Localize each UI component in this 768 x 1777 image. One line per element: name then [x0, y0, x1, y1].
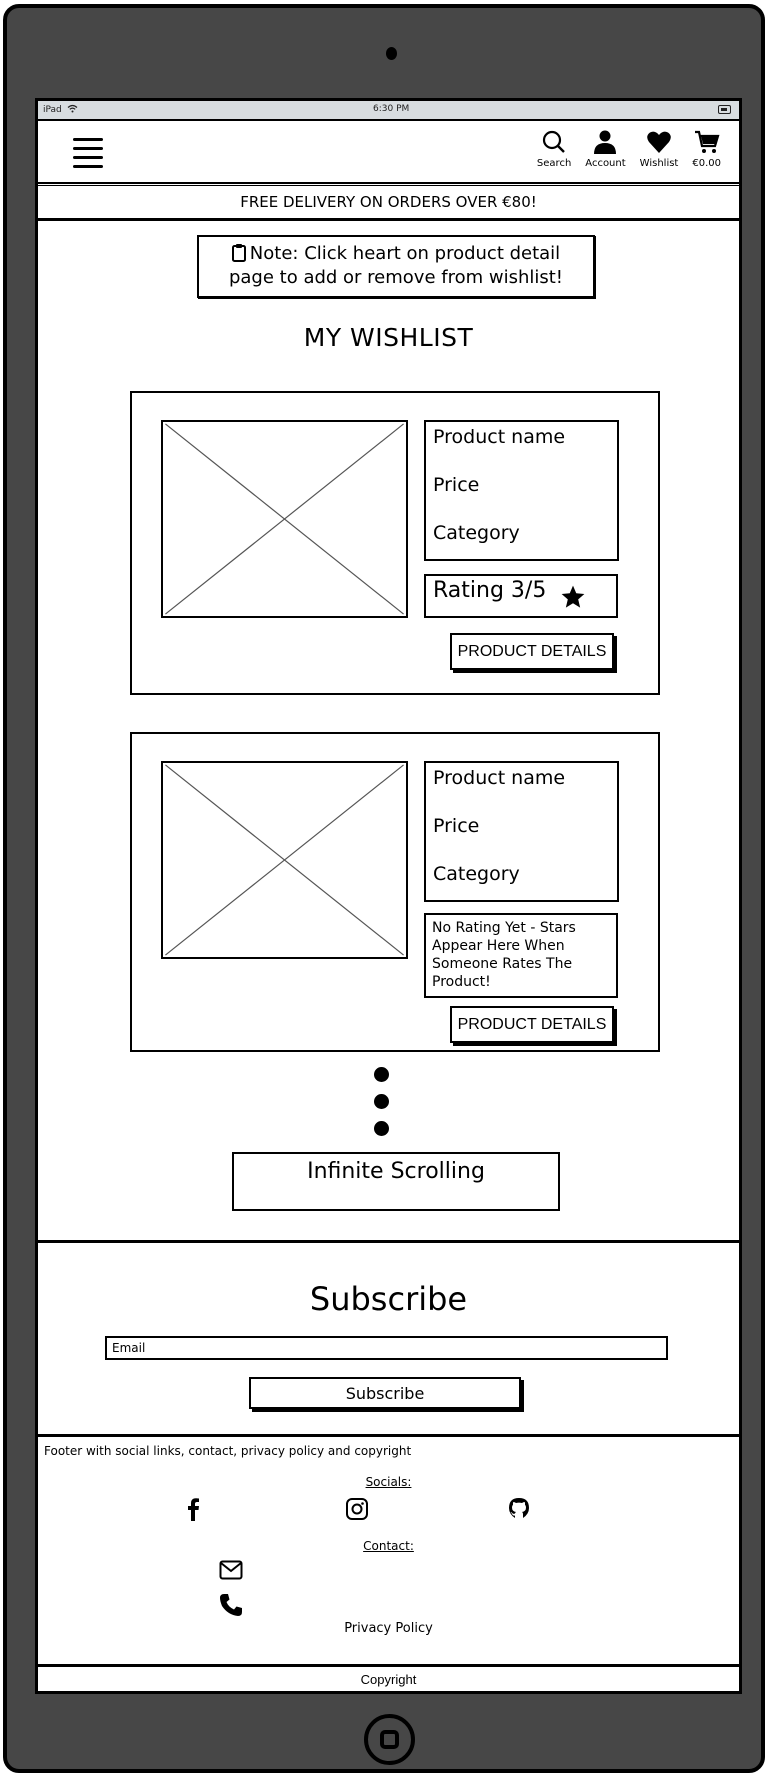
- hamburger-line: [73, 165, 103, 168]
- product-image-placeholder: [161, 420, 408, 618]
- image-placeholder-icon: [163, 763, 406, 957]
- wishlist-card: Product name Price Category Rating 3/5 P…: [130, 391, 660, 695]
- product-rating: Rating 3/5: [424, 574, 618, 618]
- privacy-policy-link[interactable]: Privacy Policy: [38, 1621, 739, 1636]
- status-time: 6:30 PM: [373, 104, 410, 114]
- note-line-1: Note: Click heart on product detail: [249, 243, 561, 264]
- ipad-frame: iPad 6:30 PM Search Account Wishlist €0.…: [3, 4, 765, 1773]
- product-price: Price: [433, 474, 480, 496]
- image-placeholder-icon: [163, 422, 406, 616]
- email-input[interactable]: [105, 1336, 668, 1360]
- ellipsis-dot: [374, 1121, 389, 1136]
- copyright: Copyright: [38, 1664, 739, 1694]
- nav-wishlist-label: Wishlist: [639, 158, 679, 169]
- heart-icon: [647, 131, 671, 153]
- nav-icons: Search Account Wishlist €0.00: [537, 129, 721, 169]
- no-rating-message: No Rating Yet - Stars Appear Here When S…: [424, 913, 618, 998]
- nav-wishlist[interactable]: Wishlist: [639, 129, 679, 169]
- status-bar: iPad 6:30 PM: [38, 101, 739, 119]
- delivery-banner: FREE DELIVERY ON ORDERS OVER €80!: [38, 185, 739, 221]
- note-line-2: page to add or remove from wishlist!: [228, 267, 564, 288]
- product-price: Price: [433, 815, 480, 837]
- screen: iPad 6:30 PM Search Account Wishlist €0.…: [35, 98, 742, 1694]
- product-details-button[interactable]: PRODUCT DETAILS: [450, 1006, 614, 1043]
- instagram-icon[interactable]: [345, 1497, 369, 1521]
- subscribe-title: Subscribe: [309, 1280, 468, 1318]
- clipboard-icon: [231, 244, 246, 262]
- hamburger-line: [73, 138, 103, 141]
- account-icon: [594, 130, 617, 154]
- subscribe-section: Subscribe Subscribe: [38, 1240, 739, 1437]
- footer-description: Footer with social links, contact, priva…: [44, 1444, 412, 1458]
- footer: Footer with social links, contact, priva…: [38, 1438, 739, 1664]
- product-name: Product name: [433, 767, 566, 789]
- rating-text: Rating 3/5: [433, 578, 547, 603]
- wishlist-note: Note: Click heart on product detail page…: [197, 235, 595, 298]
- product-info: Product name Price Category: [424, 420, 619, 561]
- phone-icon[interactable]: [219, 1593, 243, 1617]
- ellipsis-dot: [374, 1094, 389, 1109]
- home-button[interactable]: [364, 1714, 415, 1765]
- nav-cart[interactable]: €0.00: [692, 129, 721, 169]
- nav-account[interactable]: Account: [585, 129, 626, 169]
- infinite-scrolling-box: Infinite Scrolling: [232, 1152, 560, 1211]
- star-icon: [561, 585, 585, 608]
- nav-account-label: Account: [585, 158, 626, 169]
- envelope-icon[interactable]: [219, 1560, 243, 1580]
- device-label: iPad: [43, 105, 62, 115]
- search-icon: [542, 130, 565, 153]
- status-device: iPad: [43, 104, 78, 115]
- nav-search[interactable]: Search: [537, 129, 571, 169]
- nav-cart-total: €0.00: [692, 158, 721, 169]
- product-category: Category: [433, 522, 520, 544]
- nav-search-label: Search: [536, 158, 572, 169]
- battery-icon: [718, 105, 731, 114]
- ellipsis-dot: [374, 1067, 389, 1082]
- hamburger-line: [73, 147, 103, 150]
- cart-icon: [694, 130, 720, 153]
- socials-label: Socials:: [365, 1475, 412, 1489]
- subscribe-button[interactable]: Subscribe: [249, 1377, 521, 1409]
- menu-button[interactable]: [73, 138, 103, 168]
- navbar: Search Account Wishlist €0.00: [38, 119, 739, 184]
- product-category: Category: [433, 863, 520, 885]
- contact-label: Contact:: [363, 1539, 414, 1553]
- wishlist-card: Product name Price Category No Rating Ye…: [130, 732, 660, 1052]
- product-info: Product name Price Category: [424, 761, 619, 902]
- home-button-square: [380, 1730, 399, 1749]
- product-details-button[interactable]: PRODUCT DETAILS: [450, 633, 614, 670]
- facebook-icon[interactable]: [181, 1497, 205, 1521]
- wifi-icon: [67, 104, 78, 113]
- github-icon[interactable]: [507, 1497, 531, 1521]
- camera-icon: [386, 47, 397, 60]
- page-title: MY WISHLIST: [303, 323, 474, 352]
- product-name: Product name: [433, 426, 566, 448]
- hamburger-line: [73, 156, 103, 159]
- product-image-placeholder: [161, 761, 408, 959]
